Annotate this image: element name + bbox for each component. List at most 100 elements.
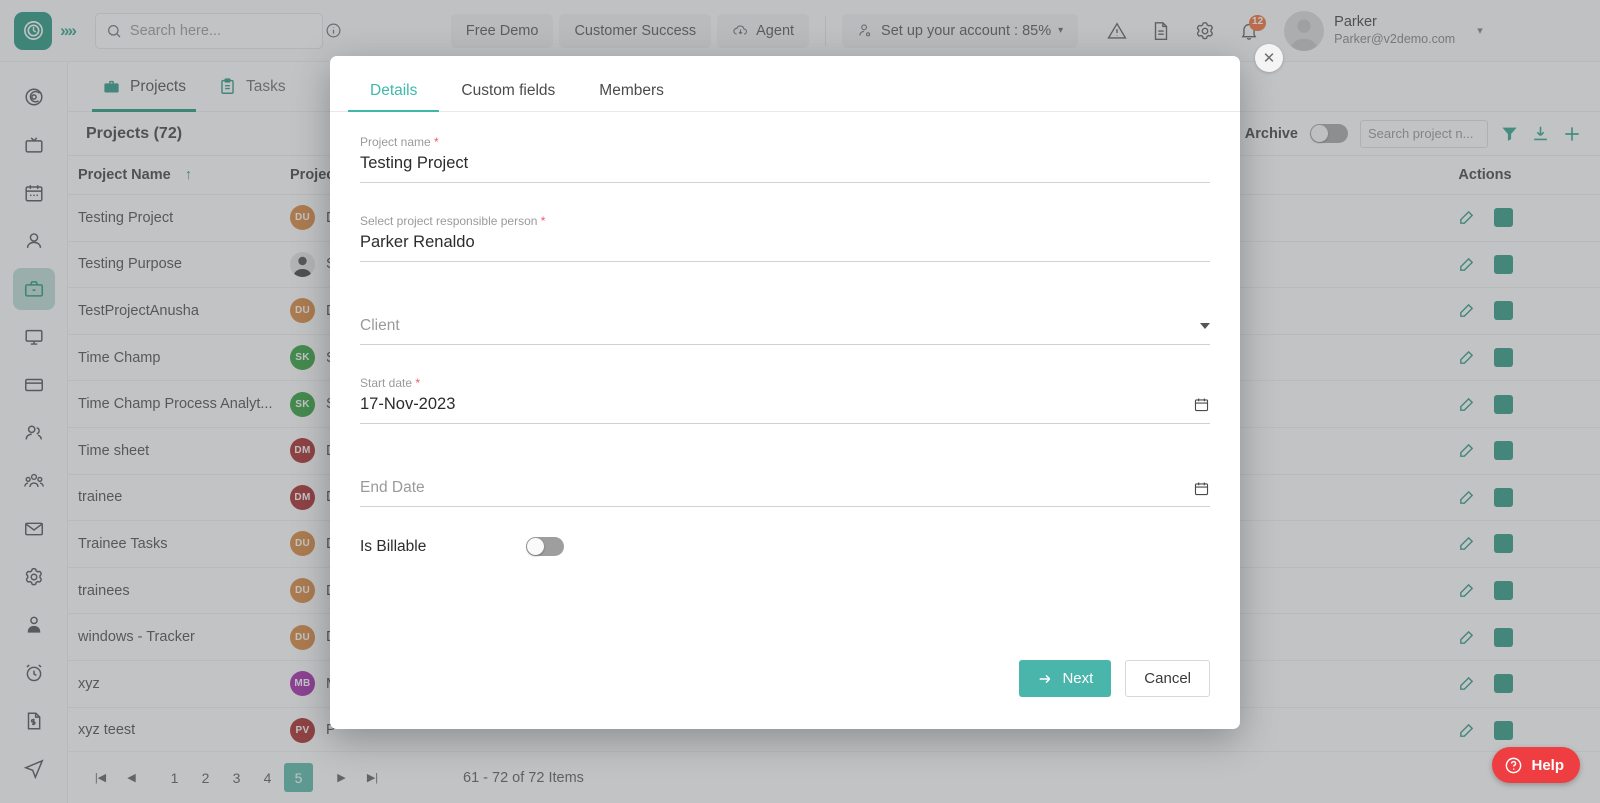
tab-tasks[interactable]: Tasks bbox=[202, 62, 302, 112]
cell-actions bbox=[1360, 194, 1600, 242]
sidebar-item-invoice[interactable] bbox=[13, 700, 55, 742]
calendar-icon[interactable] bbox=[1193, 480, 1210, 497]
alert-triangle-icon[interactable] bbox=[1096, 10, 1138, 52]
edit-pencil-icon[interactable] bbox=[1457, 395, 1476, 414]
sidebar-item-teams[interactable] bbox=[13, 460, 55, 502]
responsible-person-input[interactable]: Parker Renaldo bbox=[360, 229, 1210, 262]
archive-box-icon[interactable] bbox=[1494, 254, 1513, 274]
pill-label: Agent bbox=[756, 22, 795, 39]
project-search[interactable] bbox=[1360, 119, 1488, 148]
tab-projects[interactable]: Projects bbox=[86, 62, 202, 112]
tab-custom-fields[interactable]: Custom fields bbox=[439, 82, 577, 111]
edit-pencil-icon[interactable] bbox=[1457, 301, 1476, 320]
field-client: Client bbox=[360, 292, 1210, 345]
edit-pencil-icon[interactable] bbox=[1457, 534, 1476, 553]
edit-pencil-icon[interactable] bbox=[1457, 441, 1476, 460]
page-next-button[interactable]: ▶ bbox=[327, 763, 356, 792]
project-name-input[interactable]: Testing Project bbox=[360, 150, 1210, 183]
field-is-billable: Is Billable bbox=[360, 537, 1210, 556]
cancel-button[interactable]: Cancel bbox=[1125, 660, 1210, 697]
archive-toggle[interactable] bbox=[1310, 124, 1348, 143]
field-start-date: Start date * 17-Nov-2023 bbox=[360, 375, 1210, 424]
sidebar-item-calendar[interactable] bbox=[13, 172, 55, 214]
archive-box-icon[interactable] bbox=[1494, 208, 1513, 228]
avatar: MB bbox=[290, 671, 315, 697]
avatar: PV bbox=[290, 717, 315, 743]
archive-box-icon[interactable] bbox=[1494, 348, 1513, 368]
archive-box-icon[interactable] bbox=[1494, 534, 1513, 554]
sidebar-item-mail[interactable] bbox=[13, 508, 55, 550]
page-button-1[interactable]: 1 bbox=[160, 763, 189, 792]
edit-pencil-icon[interactable] bbox=[1457, 348, 1476, 367]
archive-box-icon[interactable] bbox=[1494, 487, 1513, 507]
gear-icon[interactable] bbox=[1184, 10, 1226, 52]
sidebar-item-users-pair[interactable] bbox=[13, 412, 55, 454]
archive-box-icon[interactable] bbox=[1494, 581, 1513, 601]
help-button[interactable]: Help bbox=[1492, 747, 1580, 783]
download-icon[interactable] bbox=[1531, 124, 1550, 143]
chevrons-right-icon[interactable]: »» bbox=[60, 21, 77, 41]
profile-menu[interactable]: Parker Parker@v2demo.com ▾ bbox=[1284, 10, 1483, 51]
sidebar-item-dashboard[interactable] bbox=[13, 76, 55, 118]
sidebar-item-projects[interactable] bbox=[12, 268, 55, 310]
project-search-input[interactable] bbox=[1368, 126, 1480, 141]
toggle-knob bbox=[1311, 125, 1328, 142]
sidebar-item-settings[interactable] bbox=[13, 556, 55, 598]
next-button[interactable]: Next bbox=[1019, 660, 1112, 697]
archive-box-icon[interactable] bbox=[1494, 627, 1513, 647]
client-select[interactable]: Client bbox=[360, 308, 1210, 345]
archive-box-icon[interactable] bbox=[1494, 441, 1513, 461]
edit-pencil-icon[interactable] bbox=[1457, 674, 1476, 693]
info-circle-icon[interactable] bbox=[325, 22, 342, 39]
page-first-button[interactable]: |◀ bbox=[86, 763, 115, 792]
archive-box-icon[interactable] bbox=[1494, 394, 1513, 414]
items-count-label: 61 - 72 of 72 Items bbox=[463, 769, 584, 786]
clock-logo-icon[interactable] bbox=[14, 11, 52, 50]
edit-pencil-icon[interactable] bbox=[1457, 208, 1476, 227]
end-date-input[interactable]: End Date bbox=[360, 470, 1210, 507]
sidebar-item-billing[interactable] bbox=[13, 364, 55, 406]
sidebar-item-tv[interactable] bbox=[13, 124, 55, 166]
cell-project-name: windows - Tracker bbox=[68, 613, 280, 661]
is-billable-toggle[interactable] bbox=[526, 537, 565, 556]
pill-free-demo[interactable]: Free Demo bbox=[450, 13, 554, 48]
document-icon[interactable] bbox=[1140, 10, 1182, 52]
calendar-icon[interactable] bbox=[1193, 396, 1210, 413]
start-date-input[interactable]: 17-Nov-2023 bbox=[360, 391, 1210, 424]
help-label: Help bbox=[1531, 756, 1564, 774]
global-search[interactable] bbox=[94, 12, 341, 49]
cell-project-name: TestProjectAnusha bbox=[68, 287, 280, 335]
archive-box-icon[interactable] bbox=[1494, 720, 1513, 740]
page-button-5[interactable]: 5 bbox=[284, 763, 313, 792]
tab-members[interactable]: Members bbox=[577, 82, 686, 111]
archive-box-icon[interactable] bbox=[1494, 674, 1513, 694]
page-button-3[interactable]: 3 bbox=[222, 763, 251, 792]
pill-agent[interactable]: Agent bbox=[717, 13, 810, 48]
page-prev-button[interactable]: ◀ bbox=[117, 763, 146, 792]
clipboard-icon bbox=[218, 77, 237, 96]
filter-funnel-icon[interactable] bbox=[1500, 124, 1519, 143]
sidebar-item-screens[interactable] bbox=[13, 316, 55, 358]
edit-pencil-icon[interactable] bbox=[1457, 721, 1476, 740]
sidebar-item-send[interactable] bbox=[13, 748, 55, 790]
close-x-icon[interactable]: ✕ bbox=[1255, 44, 1283, 72]
edit-pencil-icon[interactable] bbox=[1457, 581, 1476, 600]
page-button-4[interactable]: 4 bbox=[253, 763, 282, 792]
edit-pencil-icon[interactable] bbox=[1457, 488, 1476, 507]
plus-add-icon[interactable] bbox=[1562, 124, 1582, 144]
tab-details[interactable]: Details bbox=[348, 82, 440, 112]
column-project-name[interactable]: Project Name ↑ bbox=[68, 156, 280, 195]
sidebar-item-user[interactable] bbox=[13, 220, 55, 262]
cell-project-name: Trainee Tasks bbox=[68, 520, 280, 568]
edit-pencil-icon[interactable] bbox=[1457, 255, 1476, 274]
page-button-2[interactable]: 2 bbox=[191, 763, 220, 792]
sidebar-item-alarm[interactable] bbox=[13, 652, 55, 694]
edit-pencil-icon[interactable] bbox=[1457, 628, 1476, 647]
search-input[interactable] bbox=[129, 22, 317, 39]
pill-customer-success[interactable]: Customer Success bbox=[559, 13, 712, 48]
chevron-down-icon[interactable]: ▾ bbox=[1477, 24, 1483, 37]
setup-account-pill[interactable]: Set up your account : 85% ▾ bbox=[842, 13, 1079, 48]
page-last-button[interactable]: ▶| bbox=[358, 763, 387, 792]
archive-box-icon[interactable] bbox=[1494, 301, 1513, 321]
sidebar-item-person-badge[interactable] bbox=[13, 604, 55, 646]
